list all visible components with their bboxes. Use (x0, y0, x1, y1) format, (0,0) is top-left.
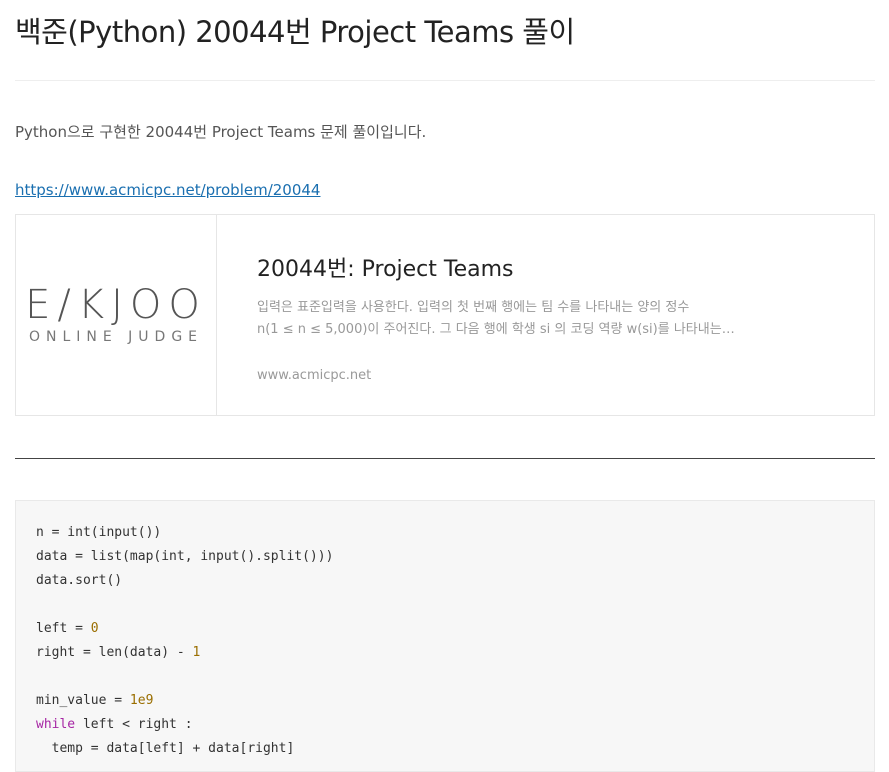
section-divider (15, 458, 875, 459)
code-block: n = int(input()) data = list(map(int, inp… (15, 500, 875, 772)
post-intro: Python으로 구현한 20044번 Project Teams 문제 풀이입… (15, 123, 427, 141)
preview-title: 20044번: Project Teams (257, 257, 514, 282)
preview-description-line: 입력은 표준입력을 사용한다. 입력의 첫 번째 행에는 팀 수를 나타내는 양… (257, 300, 690, 315)
title-divider (15, 80, 875, 81)
link-preview-card[interactable]: E/KJOO ONLINE JUDGE 20044번: Project Team… (15, 214, 875, 416)
code-line: right = len(data) - 1 (36, 645, 201, 660)
code-line: while left < right : (36, 717, 193, 732)
preview-thumbnail: E/KJOO ONLINE JUDGE (16, 215, 217, 415)
baekjoon-logo-subtitle: ONLINE JUDGE (28, 329, 204, 345)
problem-link[interactable]: https://www.acmicpc.net/problem/20044 (15, 179, 320, 201)
code-line: temp = data[left] + data[right] (36, 741, 295, 756)
blog-post: 백준(Python) 20044번 Project Teams 풀이 Pytho… (0, 0, 889, 772)
baekjoon-logo: E/KJOO (25, 282, 207, 328)
code-line: n = int(input()) (36, 525, 162, 540)
post-title: 백준(Python) 20044번 Project Teams 풀이 (15, 15, 575, 49)
code-content: n = int(input()) data = list(map(int, inp… (36, 521, 333, 761)
preview-host: www.acmicpc.net (257, 368, 372, 383)
code-line: left = 0 (36, 621, 99, 636)
preview-description: 입력은 표준입력을 사용한다. 입력의 첫 번째 행에는 팀 수를 나타내는 양… (257, 297, 737, 341)
code-line: data.sort() (36, 573, 123, 588)
code-line: min_value = 1e9 (36, 693, 154, 708)
preview-description-line: n(1 ≤ n ≤ 5,000)이 주어진다. 그 다음 행에 학생 si 의 … (257, 322, 737, 337)
code-line: data = list(map(int, input().split())) (36, 549, 334, 564)
